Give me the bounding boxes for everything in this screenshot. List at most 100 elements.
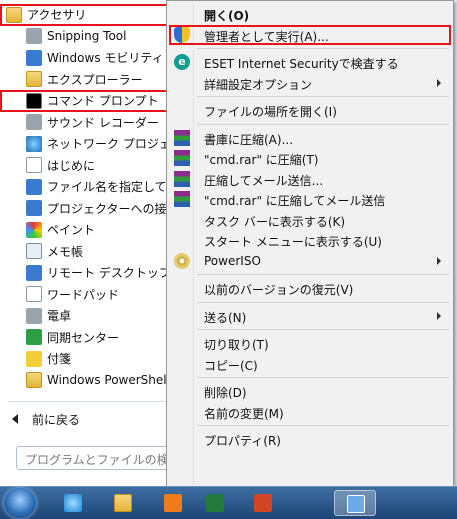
taskbar-button-5[interactable]: [334, 490, 376, 516]
program-label: はじめに: [47, 158, 96, 173]
wordpad-icon: [26, 286, 42, 303]
submenu-arrow-icon: [437, 311, 441, 320]
menu-item-21[interactable]: コピー(C): [169, 354, 451, 374]
menu-item-1[interactable]: 管理者として実行(A)...: [169, 24, 451, 45]
calculator-icon: [26, 307, 42, 324]
menu-item-10[interactable]: 圧縮してメール送信...: [169, 169, 451, 189]
microphone-icon: [26, 114, 42, 131]
menu-item-26[interactable]: プロパティ(R): [169, 429, 451, 449]
program-label: メモ帳: [47, 244, 84, 259]
taskbar-button-3[interactable]: [194, 490, 236, 516]
winrar-icon: [174, 150, 190, 166]
program-item-2[interactable]: Windows モビリティ: [0, 47, 176, 69]
program-item-11[interactable]: メモ帳: [0, 241, 176, 263]
run-icon: [26, 178, 42, 195]
taskbar-button-4[interactable]: [242, 490, 284, 516]
menu-item-label: コピー(C): [204, 358, 258, 373]
sync-center-icon: [26, 329, 42, 346]
program-label: 同期センター: [47, 330, 120, 345]
projector-icon: [26, 200, 42, 217]
start-orb-icon[interactable]: [4, 488, 36, 518]
menu-item-label: 詳細設定オプション: [204, 77, 313, 92]
network-projector-icon: [26, 135, 42, 152]
menu-item-9[interactable]: "cmd.rar" に圧縮(T): [169, 148, 451, 168]
menu-item-16[interactable]: 以前のバージョンの復元(V): [169, 278, 451, 298]
menu-item-label: 削除(D): [204, 386, 247, 400]
program-item-0[interactable]: アクセサリ: [0, 4, 176, 26]
program-label: ワードパッド: [47, 287, 120, 302]
program-item-10[interactable]: ペイント: [0, 219, 176, 241]
poweriso-icon: [174, 252, 190, 269]
program-label: ネットワーク プロジェ: [47, 137, 171, 152]
program-item-8[interactable]: ファイル名を指定して: [0, 176, 176, 198]
menu-separator: [197, 48, 449, 49]
program-item-6[interactable]: ネットワーク プロジェ: [0, 133, 176, 155]
menu-item-3[interactable]: e ESET Internet Securityで検査する: [169, 52, 451, 72]
back-arrow-icon: [12, 414, 18, 424]
program-item-14[interactable]: 電卓: [0, 305, 176, 327]
menu-separator: [197, 274, 449, 275]
taskbar: [0, 486, 457, 519]
menu-item-label: "cmd.rar" に圧縮(T): [204, 153, 319, 167]
menu-item-12[interactable]: タスク バーに表示する(K): [169, 210, 451, 230]
menu-item-label: プロパティ(R): [204, 434, 281, 448]
menu-item-14[interactable]: PowerISO: [169, 251, 451, 271]
menu-item-18[interactable]: 送る(N): [169, 306, 451, 326]
program-item-5[interactable]: サウンド レコーダー: [0, 112, 176, 134]
program-item-3[interactable]: エクスプローラー: [0, 69, 176, 91]
menu-item-4[interactable]: 詳細設定オプション: [169, 73, 451, 93]
search-input[interactable]: プログラムとファイルの検: [16, 446, 188, 470]
menu-item-11[interactable]: "cmd.rar" に圧縮してメール送信: [169, 189, 451, 209]
menu-item-label: "cmd.rar" に圧縮してメール送信: [204, 194, 386, 208]
powerpoint-icon: [254, 494, 272, 512]
menu-item-24[interactable]: 名前の変更(M): [169, 402, 451, 422]
divider: [8, 401, 168, 402]
program-item-4[interactable]: コマンド プロンプト: [0, 90, 176, 112]
excel-icon: [206, 494, 224, 512]
menu-separator: [197, 425, 449, 426]
powershell-folder-icon: [26, 372, 42, 389]
menu-item-13[interactable]: スタート メニューに表示する(U): [169, 230, 451, 250]
submenu-arrow-icon: [437, 256, 441, 265]
notepad-icon: [26, 243, 42, 260]
menu-item-6[interactable]: ファイルの場所を開く(I): [169, 100, 451, 120]
program-item-13[interactable]: ワードパッド: [0, 284, 176, 306]
folder-icon: [6, 6, 22, 23]
menu-separator: [197, 96, 449, 97]
menu-item-20[interactable]: 切り取り(T): [169, 333, 451, 353]
menu-item-label: 圧縮してメール送信...: [204, 173, 324, 188]
taskbar-button-0[interactable]: [52, 490, 94, 516]
program-item-9[interactable]: プロジェクターへの接: [0, 198, 176, 220]
program-item-16[interactable]: 付箋: [0, 348, 176, 370]
context-menu: 開く(O) 管理者として実行(A)... e ESET Internet Securi…: [166, 0, 454, 488]
menu-item-label: PowerISO: [204, 253, 261, 268]
back-label: 前に戻る: [32, 412, 81, 427]
menu-item-label: 以前のバージョンの復元(V): [204, 283, 354, 297]
program-label: 付箋: [47, 352, 72, 367]
menu-item-23[interactable]: 削除(D): [169, 381, 451, 401]
program-item-1[interactable]: Snipping Tool: [0, 26, 176, 48]
program-item-12[interactable]: リモート デスクトップ: [0, 262, 176, 284]
menu-separator: [197, 377, 449, 378]
program-item-7[interactable]: はじめに: [0, 155, 176, 177]
submenu-arrow-icon: [437, 78, 441, 87]
taskbar-button-2[interactable]: [152, 490, 194, 516]
taskbar-button-1[interactable]: [102, 490, 144, 516]
program-label: Snipping Tool: [47, 29, 127, 44]
menu-item-8[interactable]: 書庫に圧縮(A)...: [169, 128, 451, 148]
menu-item-0[interactable]: 開く(O): [169, 4, 451, 24]
menu-item-label: ESET Internet Securityで検査する: [204, 57, 399, 71]
menu-separator: [197, 123, 449, 125]
program-label: コマンド プロンプト: [47, 94, 159, 109]
getting-started-icon: [26, 157, 42, 174]
program-item-15[interactable]: 同期センター: [0, 327, 176, 349]
paint-icon: [26, 221, 42, 238]
remote-desktop-taskbar-icon: [347, 495, 365, 513]
back-button[interactable]: 前に戻る: [0, 408, 176, 430]
menu-item-label: スタート メニューに表示する(U): [204, 235, 382, 249]
menu-item-label: ファイルの場所を開く(I): [204, 105, 337, 119]
program-label: Windows モビリティ: [47, 51, 164, 66]
program-item-17[interactable]: Windows PowerShell: [0, 370, 176, 392]
internet-explorer-icon: [64, 494, 82, 512]
menu-item-label: 送る(N): [204, 310, 247, 325]
